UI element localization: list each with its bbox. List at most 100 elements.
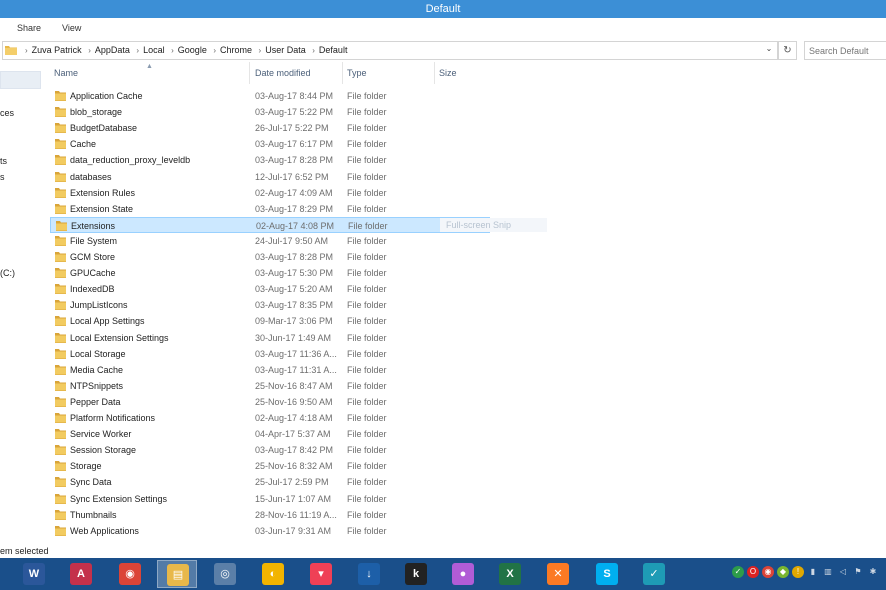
file-date-modified: 03-Aug-17 8:28 PM — [255, 252, 334, 262]
search-input[interactable] — [805, 42, 886, 59]
download-icon: ↓ — [358, 563, 380, 585]
nav-item-local-disk[interactable]: (C:) — [0, 268, 15, 278]
tray-extra-icon[interactable]: ◆ — [777, 566, 789, 578]
file-type: File folder — [347, 235, 387, 246]
file-row[interactable]: Extension Rules 02-Aug-17 4:09 AM File fol… — [50, 185, 590, 201]
file-date-modified: 03-Aug-17 8:44 PM — [255, 91, 334, 101]
taskbar-shield[interactable]: ✓ — [634, 560, 674, 588]
column-header-date[interactable]: Date modified — [255, 68, 311, 82]
file-name: Platform Notifications — [70, 413, 156, 423]
crumb-google[interactable]: Google — [178, 45, 207, 55]
file-name: Media Cache — [70, 364, 124, 375]
file-row[interactable]: data_reduction_proxy_leveldb 03-Aug-17 8:… — [50, 152, 590, 168]
nav-item-places[interactable]: ces — [0, 108, 14, 118]
file-row[interactable]: Sync Data 25-Jul-17 2:59 PM File folder — [50, 474, 590, 490]
crumb-zuva-patrick[interactable]: Zuva Patrick — [32, 45, 82, 55]
file-row[interactable]: Storage 25-Nov-16 8:32 AM File folder — [50, 458, 590, 474]
crumb-default[interactable]: Default — [319, 45, 348, 55]
taskbar-acrobat[interactable]: A — [61, 560, 101, 588]
file-type: File folder — [347, 348, 387, 359]
taskbar-lightbulb[interactable]: ◐ — [253, 560, 293, 588]
taskbar-chrome[interactable]: ◉ — [110, 560, 150, 588]
window-title-bar[interactable]: Default — [0, 0, 886, 18]
folder-icon — [55, 91, 66, 101]
taskbar-pocket[interactable]: ▾ — [301, 560, 341, 588]
file-row[interactable]: Session Storage 03-Aug-17 8:42 PM File fol… — [50, 442, 590, 458]
nav-selected-item[interactable] — [0, 71, 41, 89]
file-type: File folder — [347, 396, 387, 407]
color-wheel-icon: ● — [452, 563, 474, 585]
column-header-type[interactable]: Type — [347, 68, 367, 82]
file-row[interactable]: Platform Notifications 02-Aug-17 4:18 AM F… — [50, 410, 590, 426]
column-header-name[interactable]: Name — [54, 68, 78, 82]
opera-tray-icon[interactable]: O — [747, 566, 759, 578]
file-row[interactable]: Sync Extension Settings 15-Jun-17 1:07 AM… — [50, 491, 590, 507]
taskbar-network[interactable]: ◎ — [205, 560, 245, 588]
folder-icon — [55, 396, 66, 407]
tab-view[interactable]: View — [62, 23, 81, 33]
signal-tray-icon[interactable]: ▮ — [807, 566, 819, 578]
file-date-modified: 03-Aug-17 11:31 A... — [255, 364, 337, 375]
bluetooth-tray-icon[interactable]: ✱ — [867, 566, 879, 578]
network-tray-icon[interactable]: ▥ — [822, 566, 834, 578]
folder-icon — [55, 493, 66, 504]
file-row[interactable]: Local App Settings 09-Mar-17 3:06 PM File … — [50, 313, 590, 329]
file-row[interactable]: NTPSnippets 25-Nov-16 8:47 AM File folder — [50, 378, 590, 394]
file-row[interactable]: Local Extension Settings 30-Jun-17 1:49 A… — [50, 330, 590, 346]
refresh-icon[interactable]: ↻ — [778, 41, 797, 60]
file-row[interactable]: Local Storage 03-Aug-17 11:36 A... File fo… — [50, 346, 590, 362]
file-row[interactable]: BudgetDatabase 26-Jul-17 5:22 PM File fold… — [50, 120, 590, 136]
taskbar-color-wheel[interactable]: ● — [443, 560, 483, 588]
xampp-icon: ✕ — [547, 563, 569, 585]
file-row[interactable]: JumpListIcons 03-Aug-17 8:35 PM File folde… — [50, 297, 590, 313]
taskbar-xampp[interactable]: ✕ — [538, 560, 578, 588]
nav-item-downloads[interactable]: s — [0, 172, 5, 182]
file-row[interactable]: Service Worker 04-Apr-17 5:37 AM File fold… — [50, 426, 590, 442]
folder-icon — [55, 429, 66, 440]
file-row[interactable]: Thumbnails 28-Nov-16 11:19 A... File folde… — [50, 507, 590, 523]
file-name: Local Storage — [70, 348, 126, 359]
taskbar-download[interactable]: ↓ — [349, 560, 389, 588]
file-row[interactable]: Extensions 02-Aug-17 4:08 PM File folder — [50, 216, 490, 233]
column-divider[interactable] — [342, 62, 343, 84]
taskbar-kindle[interactable]: k — [396, 560, 436, 588]
column-divider[interactable] — [434, 62, 435, 84]
tab-share[interactable]: Share — [17, 23, 41, 33]
chrome-tray-icon[interactable]: ◉ — [762, 566, 774, 578]
file-type: File folder — [347, 252, 387, 262]
file-row[interactable]: Media Cache 03-Aug-17 11:31 A... File fold… — [50, 362, 590, 378]
taskbar-file-explorer[interactable]: ▤ — [157, 560, 197, 588]
file-row[interactable]: GPUCache 03-Aug-17 5:30 PM File folder — [50, 265, 590, 281]
file-date-modified: 25-Nov-16 8:47 AM — [255, 380, 333, 391]
file-row[interactable]: GCM Store 03-Aug-17 8:28 PM File folder — [50, 249, 590, 265]
flag-tray-icon[interactable]: ⚑ — [852, 566, 864, 578]
column-divider[interactable] — [249, 62, 250, 84]
shield-tray-icon[interactable]: ✓ — [732, 566, 744, 578]
chevron-down-icon[interactable]: ⌄ — [763, 44, 775, 57]
file-row[interactable]: Cache 03-Aug-17 6:17 PM File folder — [50, 136, 590, 152]
file-row[interactable]: Pepper Data 25-Nov-16 9:50 AM File folder — [50, 394, 590, 410]
alert-tray-icon[interactable]: ! — [792, 566, 804, 578]
file-row[interactable]: databases 12-Jul-17 6:52 PM File folder — [50, 169, 590, 185]
crumb-chrome[interactable]: Chrome — [220, 45, 252, 55]
address-bar[interactable]: › Zuva Patrick › AppData › Local › Google › C… — [2, 41, 778, 60]
speaker-tray-icon[interactable]: ◁ — [837, 566, 849, 578]
search-box[interactable] — [804, 41, 886, 60]
crumb-local[interactable]: Local — [143, 45, 165, 55]
nav-item-documents[interactable]: ts — [0, 156, 7, 166]
crumb-appdata[interactable]: AppData — [95, 45, 130, 55]
column-header-size[interactable]: Size — [439, 68, 457, 82]
file-type: File folder — [347, 525, 387, 536]
taskbar-word[interactable]: W — [14, 560, 54, 588]
file-row[interactable]: IndexedDB 03-Aug-17 5:20 AM File folder — [50, 281, 590, 297]
file-row[interactable]: Application Cache 03-Aug-17 8:44 PM File f… — [50, 88, 590, 104]
taskbar-skype[interactable]: S — [587, 560, 627, 588]
crumb-user-data[interactable]: User Data — [265, 45, 306, 55]
taskbar-excel[interactable]: X — [490, 560, 530, 588]
file-row[interactable]: File System 24-Jul-17 9:50 AM File folder — [50, 233, 590, 249]
file-row[interactable]: Extension State 03-Aug-17 8:29 PM File fol… — [50, 201, 590, 217]
chevron-right-icon: › — [213, 46, 217, 55]
file-date-modified: 25-Nov-16 9:50 AM — [255, 396, 333, 407]
file-row[interactable]: Web Applications 03-Jun-17 9:31 AM File fo… — [50, 523, 590, 539]
file-row[interactable]: blob_storage 03-Aug-17 5:22 PM File folder — [50, 104, 590, 120]
